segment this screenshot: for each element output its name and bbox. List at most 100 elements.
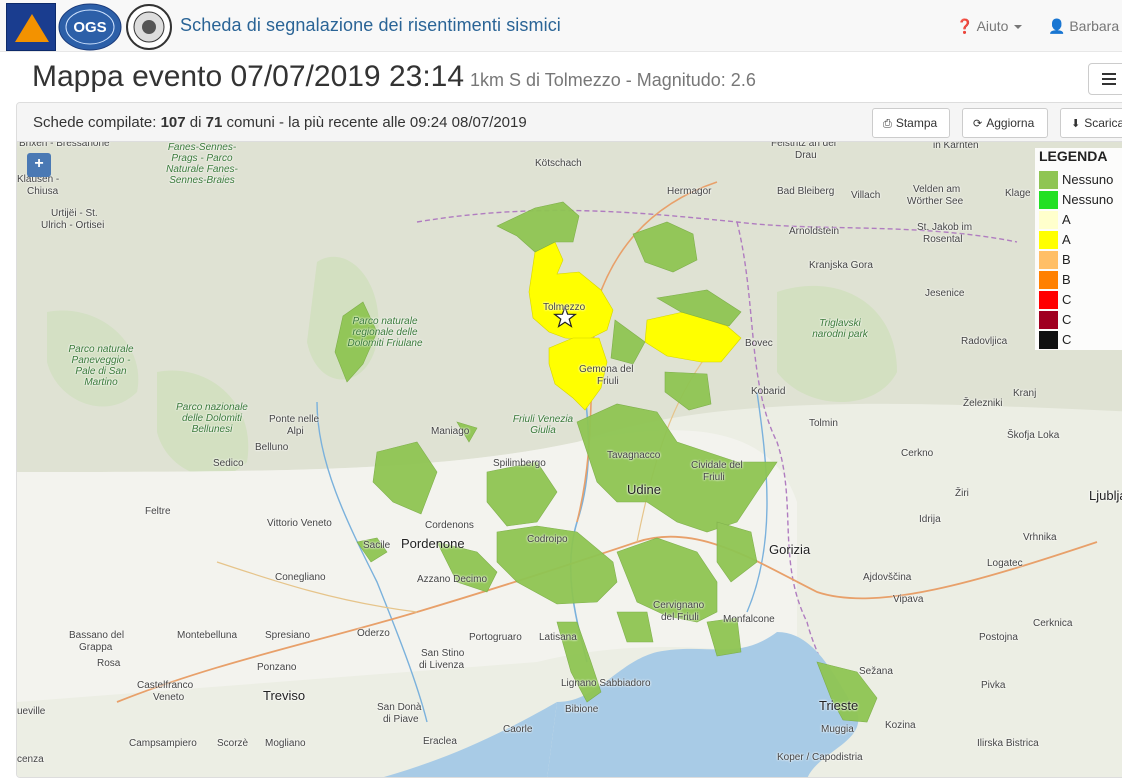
legend-label: A (1062, 232, 1071, 247)
legend-swatch (1039, 291, 1058, 309)
place-label: Urtijëi - St. (51, 208, 98, 219)
page-title: Mappa evento 07/07/2019 23:14 1km S di To… (32, 60, 756, 94)
print-icon: ⎙ (883, 118, 892, 130)
place-label: Eraclea (423, 736, 457, 747)
place-label: Maniago (431, 426, 470, 437)
place-label: Villach (851, 190, 881, 201)
print-label: Stampa (895, 116, 938, 130)
place-label: Oderzo (357, 628, 390, 639)
place-label: Drau (795, 150, 817, 161)
place-label: di Piave (383, 714, 419, 725)
legend-label: A (1062, 212, 1071, 227)
place-label: Udine (627, 482, 661, 497)
place-label: Bovec (745, 338, 773, 349)
event-title: Mappa evento 07/07/2019 23:14 (32, 60, 465, 93)
download-button[interactable]: ⬇ Scarica (1060, 108, 1122, 138)
municipalities-count: 71 (205, 114, 223, 131)
place-label: Bibione (565, 704, 599, 715)
legend-label: C (1062, 332, 1072, 347)
intensity-map[interactable]: Brixen - Bressanone Klausen - Chiusa Urtijë… (17, 142, 1122, 777)
legend-swatch (1039, 211, 1058, 229)
legend-item: C (1039, 290, 1122, 310)
place-label: Friuli (597, 376, 619, 387)
place-label: Alpi (287, 426, 304, 437)
legend-item: B (1039, 270, 1122, 290)
place-label: Grappa (79, 642, 113, 653)
place-label: in Kärnten (933, 142, 979, 151)
menu-button[interactable] (1088, 63, 1122, 95)
download-icon: ⬇ (1071, 118, 1081, 130)
place-label: Tolmezzo (543, 302, 586, 313)
place-label: Brixen - Bressanone (19, 142, 110, 149)
protezione-civile-logo[interactable] (6, 3, 56, 51)
legend-label: C (1062, 292, 1072, 307)
place-label: Postojna (979, 632, 1018, 643)
place-label: Cerkno (901, 448, 934, 459)
place-label: Lignano Sabbiadoro (561, 678, 651, 689)
place-label: Trieste (819, 698, 859, 713)
place-label: Rosa (97, 658, 121, 669)
place-label: Pivka (981, 680, 1006, 691)
park-label: Parco nazionale delle Dolomiti Bellunesi (176, 402, 248, 435)
ogs-logo[interactable]: OGS (58, 3, 122, 51)
place-label: Montebelluna (177, 630, 238, 641)
ogs-logo-text: OGS (73, 19, 106, 36)
legend-label: B (1062, 252, 1071, 267)
place-label: Gemona del (579, 364, 634, 375)
legend-swatch (1039, 191, 1058, 209)
place-label: Vittorio Veneto (267, 518, 332, 529)
place-label: Sacile (363, 540, 391, 551)
place-label: Caorle (503, 724, 533, 735)
park-label: Friuli Venezia Giulia (512, 414, 574, 436)
place-label: Latisana (539, 632, 577, 643)
legend-label: C (1062, 312, 1072, 327)
question-circle-icon: ❓ (956, 18, 974, 34)
place-label: Azzano Decimo (417, 574, 488, 585)
park-label: Parco naturale regionale delle Dolomiti … (347, 316, 423, 349)
refresh-icon: ⟳ (973, 118, 983, 130)
summary-middle: di (189, 114, 202, 131)
legend-item: Nessuno (1039, 190, 1122, 210)
place-label: Scorzè (217, 738, 249, 749)
legend-label: Nessuno (1062, 172, 1114, 187)
place-label: Cordenons (425, 520, 474, 531)
bars-icon (1102, 73, 1116, 75)
legend-title: LEGENDA (1039, 148, 1108, 164)
panel-heading: Schede compilate: 107 di 71 comuni - la … (17, 103, 1122, 142)
place-label: Wörther See (907, 196, 964, 207)
legend: LEGENDA Nessuno Nessuno A A B B C C C (1035, 148, 1122, 350)
place-label: Feistritz an der (771, 142, 838, 149)
legend-swatch (1039, 331, 1058, 349)
university-seal-logo[interactable] (124, 3, 174, 51)
place-label: Treviso (263, 688, 306, 703)
place-label: San Stino (421, 648, 465, 659)
user-icon: 👤 (1048, 18, 1066, 34)
refresh-button[interactable]: ⟳ Aggiorna (962, 108, 1048, 138)
summary-prefix: Schede compilate: (33, 114, 157, 131)
place-label: Sedico (213, 458, 244, 469)
place-label: Jesenice (925, 288, 965, 299)
park-label: Triglavski narodni park (812, 318, 868, 340)
place-label: Žiri (955, 488, 969, 499)
place-label: Monfalcone (723, 614, 775, 625)
place-label: Kozina (885, 720, 916, 731)
print-button[interactable]: ⎙ Stampa (872, 108, 950, 138)
zoom-in-button[interactable]: + (27, 153, 51, 177)
place-label: Kranjska Gora (809, 260, 873, 271)
help-menu-label: Aiuto (976, 18, 1009, 34)
place-label: Škofja Loka (1007, 430, 1060, 441)
place-label: Veneto (153, 692, 185, 703)
place-label: Ajdovščina (863, 572, 912, 583)
place-label: Ilirska Bistrica (977, 738, 1039, 749)
top-navbar: OGS Scheda di segnalazione dei risentime… (0, 0, 1122, 52)
place-label: Radovljica (961, 336, 1008, 347)
place-label: Tavagnacco (607, 450, 661, 461)
app-title[interactable]: Scheda di segnalazione dei risentimenti … (180, 15, 561, 36)
help-menu[interactable]: ❓ Aiuto (956, 18, 1023, 35)
place-label: Koper / Capodistria (777, 752, 863, 763)
park-label: Parco naturale Paneveggio - Pale di San … (68, 344, 134, 388)
place-label: Kobarid (751, 386, 786, 397)
place-label: Codroipo (527, 534, 568, 545)
place-label: Muggia (821, 724, 854, 735)
user-menu[interactable]: 👤 Barbara (1048, 18, 1119, 35)
